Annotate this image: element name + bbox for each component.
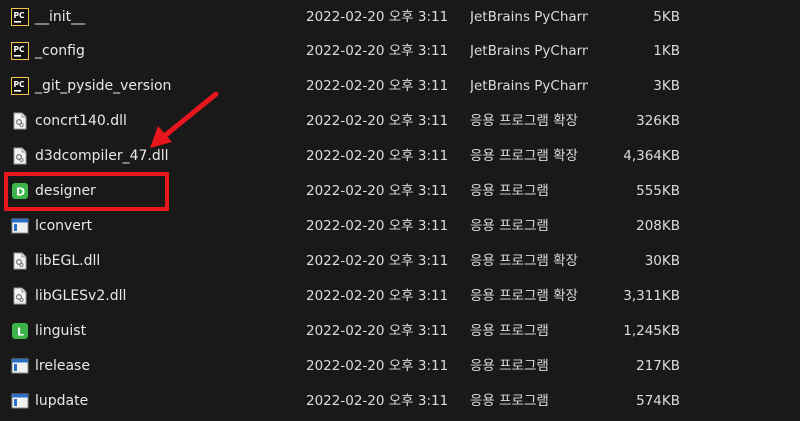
- file-row[interactable]: PC _config 2022-02-20 오후 3:11 JetBrains …: [0, 34, 800, 69]
- file-size: 574KB: [636, 393, 680, 409]
- file-name: lupdate: [35, 393, 89, 409]
- file-date: 2022-02-20 오후 3:11: [306, 183, 449, 199]
- dll-file-icon: [11, 252, 29, 270]
- file-size: 326KB: [636, 113, 680, 129]
- file-size: 208KB: [636, 218, 680, 234]
- file-name: _config: [35, 43, 85, 59]
- file-date: 2022-02-20 오후 3:11: [306, 393, 449, 409]
- file-size: 555KB: [636, 183, 680, 199]
- file-type: 응용 프로그램: [470, 393, 549, 409]
- file-name: libEGL.dll: [35, 253, 101, 269]
- file-type: 응용 프로그램 확장: [470, 148, 578, 164]
- pycharm-icon: PC: [11, 77, 29, 95]
- exe-window-icon: [11, 392, 29, 410]
- file-type: JetBrains PyCharm: [470, 9, 588, 25]
- file-type: 응용 프로그램 확장: [470, 253, 578, 269]
- file-type: JetBrains PyCharm: [470, 78, 588, 94]
- file-name: lconvert: [35, 218, 93, 234]
- file-date: 2022-02-20 오후 3:11: [306, 288, 449, 304]
- dll-file-icon: [11, 287, 29, 305]
- file-date: 2022-02-20 오후 3:11: [306, 358, 449, 374]
- file-name: __init__: [35, 9, 86, 25]
- file-row[interactable]: d3dcompiler_47.dll 2022-02-20 오후 3:11 응용…: [0, 139, 800, 174]
- file-date: 2022-02-20 오후 3:11: [306, 78, 449, 94]
- svg-text:PC: PC: [14, 11, 25, 20]
- file-row[interactable]: libEGL.dll 2022-02-20 오후 3:11 응용 프로그램 확장…: [0, 244, 800, 279]
- exe-window-icon: [11, 217, 29, 235]
- file-size: 4,364KB: [623, 148, 680, 164]
- file-type: 응용 프로그램 확장: [470, 288, 578, 304]
- file-size: 1KB: [653, 43, 680, 59]
- file-row[interactable]: lrelease 2022-02-20 오후 3:11 응용 프로그램 217K…: [0, 349, 800, 384]
- file-date: 2022-02-20 오후 3:11: [306, 43, 449, 59]
- file-type: 응용 프로그램: [470, 218, 549, 234]
- file-row[interactable]: libGLESv2.dll 2022-02-20 오후 3:11 응용 프로그램…: [0, 279, 800, 314]
- exe-window-icon: [11, 357, 29, 375]
- file-row[interactable]: lconvert 2022-02-20 오후 3:11 응용 프로그램 208K…: [0, 209, 800, 244]
- file-type: 응용 프로그램: [470, 358, 549, 374]
- file-size: 217KB: [636, 358, 680, 374]
- file-date: 2022-02-20 오후 3:11: [306, 323, 449, 339]
- file-date: 2022-02-20 오후 3:11: [306, 148, 449, 164]
- file-type: JetBrains PyCharm: [470, 43, 588, 59]
- red-arrow-annotation: [150, 91, 219, 148]
- file-type: 응용 프로그램: [470, 183, 549, 199]
- file-size: 30KB: [644, 253, 680, 269]
- file-date: 2022-02-20 오후 3:11: [306, 113, 449, 129]
- file-type: 응용 프로그램: [470, 323, 549, 339]
- file-row[interactable]: L linguist 2022-02-20 오후 3:11 응용 프로그램 1,…: [0, 314, 800, 349]
- file-name: libGLESv2.dll: [35, 288, 127, 304]
- file-size: 3,311KB: [623, 288, 680, 304]
- svg-text:L: L: [17, 326, 24, 339]
- designer-highlight-box: [4, 172, 169, 211]
- pycharm-icon: PC: [11, 42, 29, 60]
- dll-file-icon: [11, 112, 29, 130]
- file-name: concrt140.dll: [35, 113, 127, 129]
- file-row[interactable]: PC __init__ 2022-02-20 오후 3:11 JetBrains…: [0, 0, 800, 35]
- file-name: lrelease: [35, 358, 90, 374]
- qt-linguist-icon: L: [11, 322, 29, 340]
- file-size: 1,245KB: [623, 323, 680, 339]
- file-size: 3KB: [653, 78, 680, 94]
- file-date: 2022-02-20 오후 3:11: [306, 218, 449, 234]
- file-row[interactable]: PC _git_pyside_version 2022-02-20 오후 3:1…: [0, 69, 800, 104]
- file-row[interactable]: concrt140.dll 2022-02-20 오후 3:11 응용 프로그램…: [0, 104, 800, 139]
- dll-file-icon: [11, 147, 29, 165]
- file-row[interactable]: lupdate 2022-02-20 오후 3:11 응용 프로그램 574KB: [0, 384, 800, 419]
- file-size: 5KB: [653, 9, 680, 25]
- svg-text:PC: PC: [14, 80, 25, 89]
- file-date: 2022-02-20 오후 3:11: [306, 253, 449, 269]
- file-type: 응용 프로그램 확장: [470, 113, 578, 129]
- file-date: 2022-02-20 오후 3:11: [306, 9, 449, 25]
- svg-text:PC: PC: [14, 45, 25, 54]
- file-name: linguist: [35, 323, 87, 339]
- pycharm-icon: PC: [11, 8, 29, 26]
